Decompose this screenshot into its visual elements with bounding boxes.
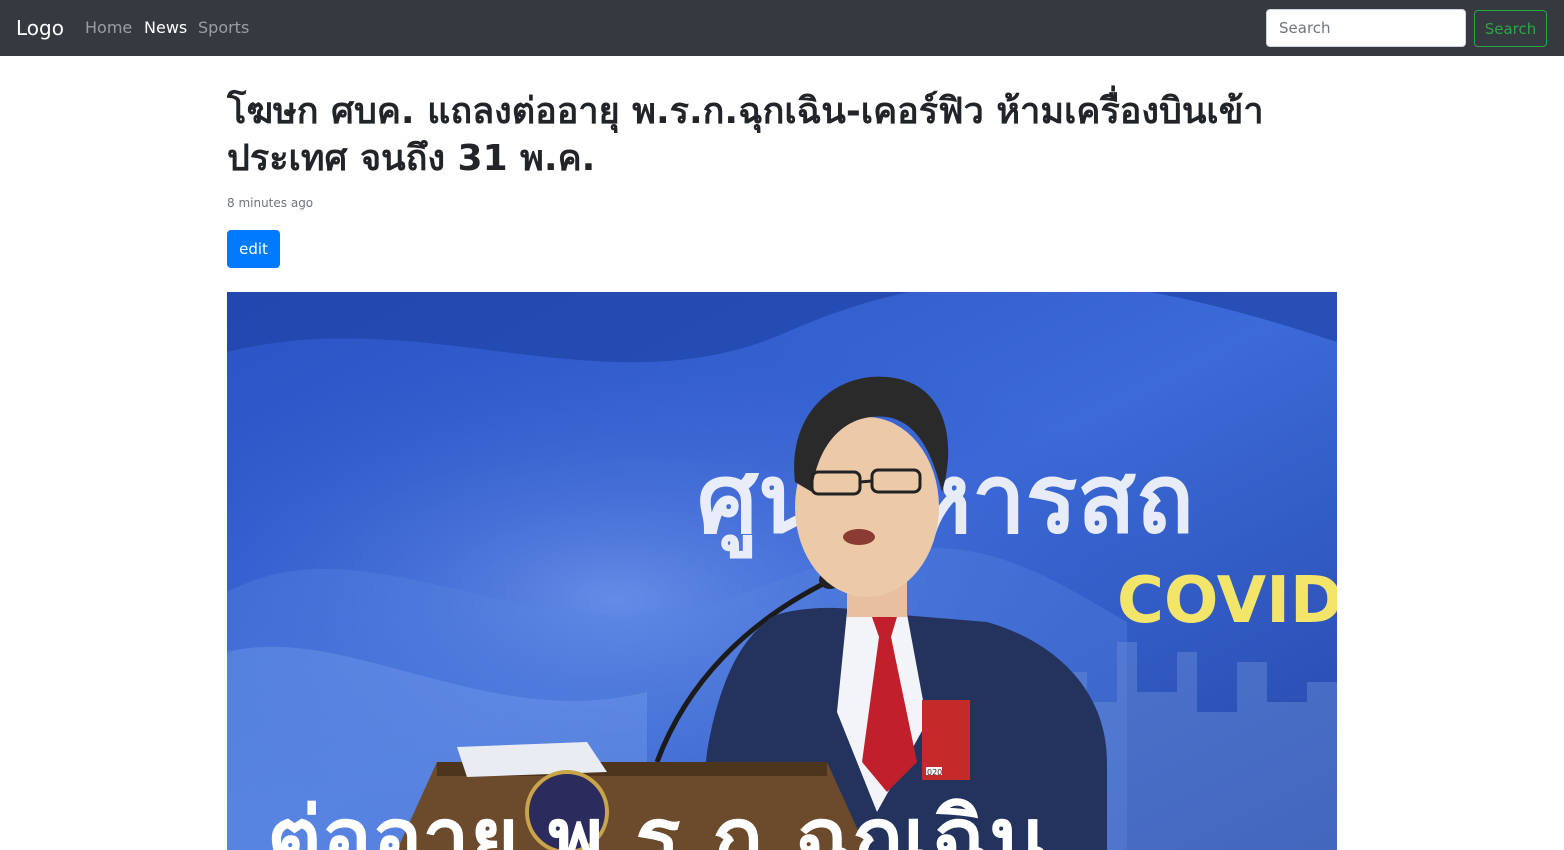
nav-link-sports[interactable]: Sports bbox=[198, 17, 249, 39]
hero-illustration: ศูน ริหารสถ COVID 020 ต่ออายุ พ.ร.ก.ฉุกเ… bbox=[227, 292, 1337, 850]
nav-link-home[interactable]: Home bbox=[85, 17, 132, 39]
edit-button[interactable]: edit bbox=[227, 230, 280, 268]
backdrop-covid-text: COVID bbox=[1117, 564, 1337, 638]
nav-link-news[interactable]: News bbox=[144, 17, 187, 39]
badge-number: 020 bbox=[927, 768, 942, 777]
top-navbar: Logo Home News Sports Search bbox=[0, 0, 1564, 56]
image-caption-text: ต่ออายุ พ.ร.ก.ฉุกเฉิน bbox=[267, 789, 1047, 850]
article-title: โฆษก ศบค. แถลงต่ออายุ พ.ร.ก.ฉุกเฉิน-เคอร… bbox=[227, 91, 1264, 179]
search-input[interactable] bbox=[1266, 9, 1466, 47]
article-timestamp: 8 minutes ago bbox=[227, 196, 314, 210]
search-button[interactable]: Search bbox=[1474, 10, 1547, 47]
article-hero-image: ศูน ริหารสถ COVID 020 ต่ออายุ พ.ร.ก.ฉุกเ… bbox=[227, 292, 1337, 850]
brand-logo[interactable]: Logo bbox=[16, 14, 64, 42]
